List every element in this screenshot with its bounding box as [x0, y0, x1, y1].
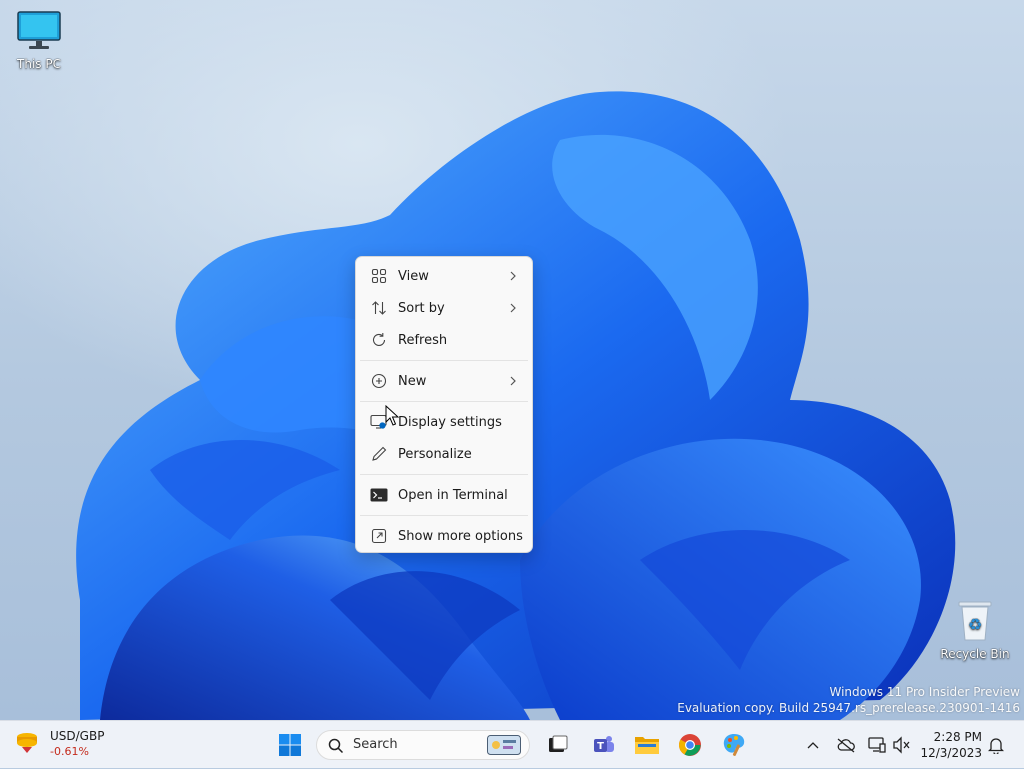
mouse-cursor-icon — [385, 405, 399, 426]
menu-item-view[interactable]: View — [360, 261, 528, 291]
paint-button[interactable] — [714, 721, 754, 769]
svg-text:♻: ♻ — [968, 615, 982, 634]
menu-item-open-in-terminal[interactable]: Open in Terminal — [360, 480, 528, 510]
notifications-button[interactable] — [980, 721, 1012, 769]
desktop-icon-label: This PC — [17, 57, 61, 71]
recycle-bin-icon: ♻ — [958, 601, 992, 641]
refresh-icon — [364, 325, 394, 355]
desktop-icon-this-pc[interactable]: This PC — [3, 10, 75, 71]
start-button[interactable] — [270, 721, 310, 769]
teams-icon: T — [594, 736, 614, 752]
chevron-right-icon — [510, 271, 516, 281]
menu-item-new[interactable]: New — [360, 366, 528, 396]
menu-item-personalize[interactable]: Personalize — [360, 439, 528, 469]
menu-item-sort-by[interactable]: Sort by — [360, 293, 528, 323]
desktop-icon-recycle-bin[interactable]: ♻ Recycle Bin — [939, 598, 1011, 661]
menu-item-label: Personalize — [398, 446, 472, 462]
new-plus-icon — [364, 366, 394, 396]
task-view-button[interactable] — [538, 721, 578, 769]
monitor-icon — [17, 11, 61, 49]
external-options-icon — [364, 521, 394, 551]
chevron-right-icon — [510, 376, 516, 386]
bell-icon — [988, 738, 1004, 754]
menu-item-label: View — [398, 268, 429, 284]
chevron-right-icon — [510, 303, 516, 313]
menu-separator — [360, 515, 528, 516]
menu-separator — [360, 401, 528, 402]
menu-separator — [360, 474, 528, 475]
search-icon — [328, 738, 344, 754]
menu-item-label: Show more options — [398, 528, 523, 544]
watermark-line-1: Windows 11 Pro Insider Preview — [829, 685, 1020, 699]
system-clock[interactable]: 2:28 PM 12/3/2023 — [920, 729, 982, 761]
paint-icon — [723, 734, 745, 756]
start-icon — [279, 734, 301, 756]
cloud-off-icon — [837, 738, 855, 753]
taskbar: USD/GBP -0.61% Search T 2:28 PM 12/3/202… — [0, 720, 1024, 768]
menu-item-label: Display settings — [398, 414, 502, 430]
chevron-up-icon — [807, 742, 819, 749]
volume-muted-icon — [893, 736, 910, 754]
desktop-icon-label: Recycle Bin — [940, 647, 1010, 661]
file-explorer-icon — [635, 737, 659, 754]
currency-icon — [17, 733, 37, 753]
evaluation-watermark: Windows 11 Pro Insider Preview Evaluatio… — [677, 684, 1020, 716]
widgets-button[interactable]: USD/GBP -0.61% — [14, 728, 104, 760]
search-highlight-icon — [487, 735, 521, 755]
search-placeholder: Search — [353, 737, 398, 752]
svg-text:T: T — [597, 741, 604, 752]
clock-date: 12/3/2023 — [920, 746, 982, 760]
menu-item-refresh[interactable]: Refresh — [360, 325, 528, 355]
taskbar-search-box[interactable]: Search — [316, 730, 530, 760]
volume-tray-button[interactable] — [882, 721, 922, 769]
chrome-button[interactable] — [670, 721, 710, 769]
task-view-icon — [549, 735, 568, 752]
grid-view-icon — [364, 261, 394, 291]
chrome-icon — [679, 734, 701, 756]
pen-icon — [364, 439, 394, 469]
widget-change: -0.61% — [50, 745, 89, 758]
widget-title: USD/GBP — [50, 729, 105, 743]
menu-separator — [360, 360, 528, 361]
menu-item-label: Open in Terminal — [398, 487, 508, 503]
watermark-line-2: Evaluation copy. Build 25947.rs_prerelea… — [677, 701, 1020, 715]
menu-item-label: Sort by — [398, 300, 445, 316]
menu-item-show-more-options[interactable]: Show more options — [360, 521, 528, 551]
menu-item-label: New — [398, 373, 427, 389]
clock-time: 2:28 PM — [933, 730, 982, 744]
teams-button[interactable]: T — [584, 721, 624, 769]
file-explorer-button[interactable] — [627, 721, 667, 769]
menu-item-label: Refresh — [398, 332, 448, 348]
sort-icon — [364, 293, 394, 323]
terminal-icon — [364, 480, 394, 510]
desktop-context-menu: View Sort by Refresh New Display setting… — [355, 256, 533, 553]
